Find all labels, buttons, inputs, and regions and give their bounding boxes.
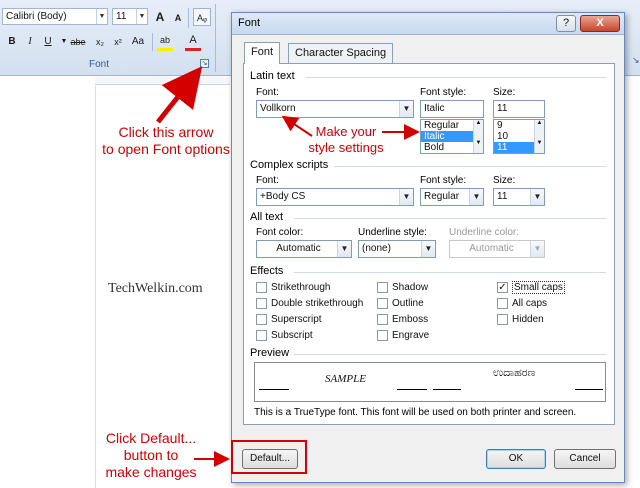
- arrow-to-launcher: [156, 66, 203, 124]
- tab-font[interactable]: Font: [244, 42, 281, 64]
- annotation-arrows: [156, 66, 420, 467]
- arrow-to-font: [281, 115, 313, 137]
